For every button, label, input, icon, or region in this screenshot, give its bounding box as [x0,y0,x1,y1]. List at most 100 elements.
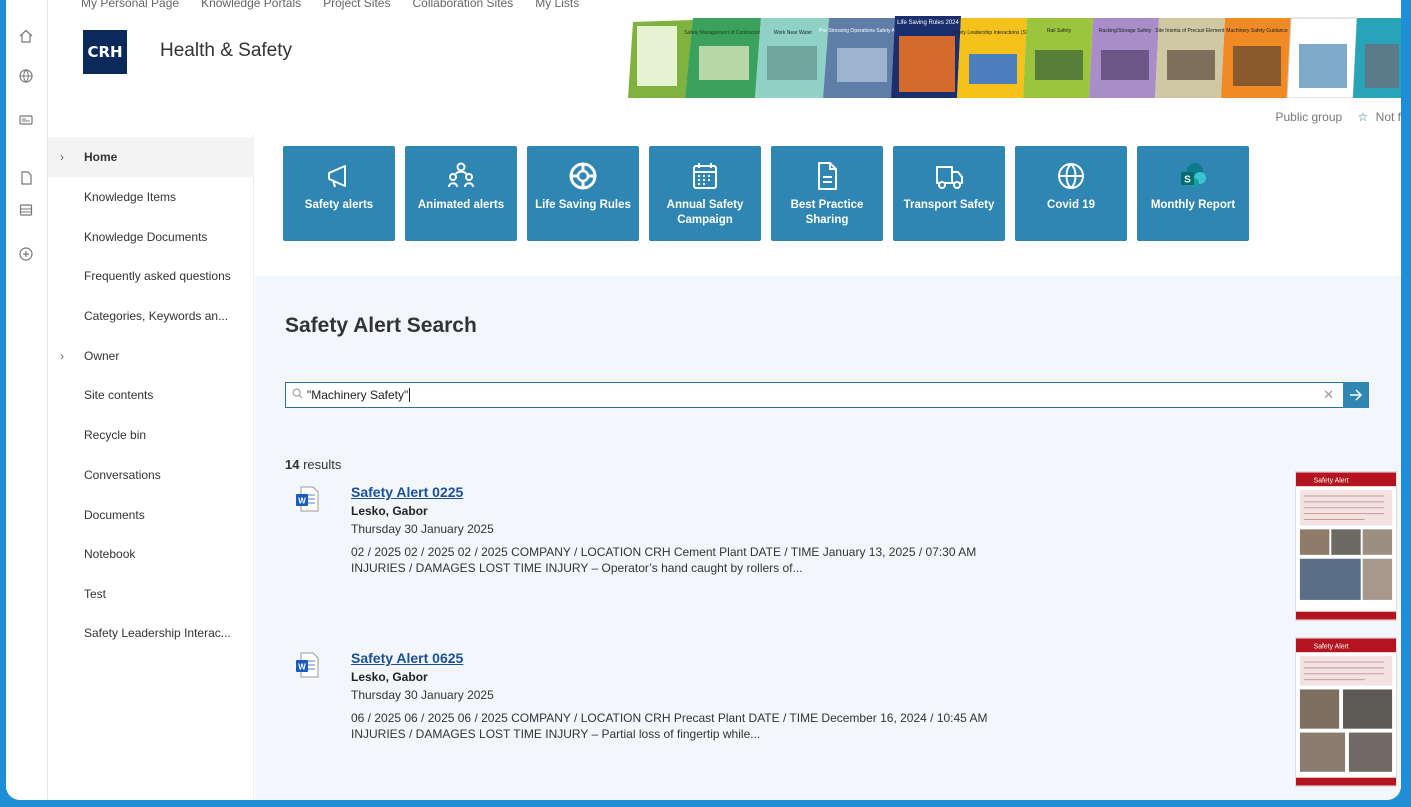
banner-label: Site Intertia of Precast Elements [1155,28,1227,34]
nav-item-documents[interactable]: Documents [48,495,253,535]
group-type-label: Public group [1275,110,1343,124]
nav-item-site-contents[interactable]: Site contents [48,375,253,415]
tile-covid-19[interactable]: Covid 19 [1015,146,1127,241]
nav-item-label: Categories, Keywords an... [84,309,229,323]
nav-item-label: Safety Leadership Interac... [84,626,231,640]
file-icon[interactable] [14,166,38,190]
nav-item-conversations[interactable]: Conversations [48,455,253,495]
globe-icon[interactable] [14,64,38,88]
search-submit-button[interactable] [1343,382,1369,408]
left-navigation: › Home Knowledge Items Knowledge Documen… [48,134,253,800]
arrow-right-icon [1350,389,1363,401]
create-icon[interactable] [14,242,38,266]
svg-text:S: S [1184,175,1191,186]
site-header: My Personal Page Knowledge Portals Proje… [48,0,1401,100]
banner-label: Rail Safety [1047,28,1072,34]
top-navigation: My Personal Page Knowledge Portals Proje… [81,0,579,10]
tile-best-practice-sharing[interactable]: Best Practice Sharing [771,146,883,241]
tile-annual-safety-campaign[interactable]: Annual Safety Campaign [649,146,761,241]
nav-item-notebook[interactable]: Notebook [48,534,253,574]
nav-item-test[interactable]: Test [48,574,253,614]
news-icon[interactable] [14,108,38,132]
nav-item-faq[interactable]: Frequently asked questions [48,256,253,296]
megaphone-icon [328,165,346,188]
topnav-item[interactable]: Project Sites [323,0,390,10]
banner-label: Life Saving Rules 2024 [897,20,959,26]
banner-label: Racking/Storage Safety [1099,28,1152,34]
result-date: Thursday 30 January 2025 [351,688,494,702]
svg-text:W: W [298,663,306,672]
tile-label: Monthly Report [1150,199,1236,211]
nav-item-label: Knowledge Items [84,190,177,204]
tile-label: Transport Safety [903,199,995,211]
snippet-line: INJURIES / DAMAGES LOST TIME INJURY – Pa… [351,727,761,741]
nav-item-label: Test [84,587,107,601]
nav-item-owner[interactable]: › Owner [48,336,253,376]
chevron-right-icon[interactable]: › [60,150,64,164]
snippet-line: INJURIES / DAMAGES LOST TIME INJURY – Op… [351,561,803,575]
truck-icon [936,166,963,189]
search-icon [292,388,303,402]
nav-divider [253,134,254,800]
topnav-item[interactable]: Collaboration Sites [412,0,513,10]
result-count-label: results [303,457,342,472]
browser-viewport: My Personal Page Knowledge Portals Proje… [6,0,1401,800]
home-icon[interactable] [14,24,38,48]
text-cursor [409,388,411,402]
lists-icon[interactable] [14,198,38,222]
lifebuoy-icon [569,162,597,190]
tile-label: Best Practice Sharing [790,199,864,226]
tile-transport-safety[interactable]: Transport Safety [893,146,1005,241]
result-thumbnail[interactable]: Safety Alert [1295,637,1397,787]
sharepoint-icon: S [1181,163,1206,188]
search-input[interactable]: "Machinery Safety" ✕ [285,382,1345,408]
topnav-item[interactable]: My Personal Page [81,0,179,10]
chevron-right-icon[interactable]: › [60,349,64,363]
nav-item-label: Recycle bin [84,428,147,442]
nav-item-recycle-bin[interactable]: Recycle bin [48,415,253,455]
topnav-item[interactable]: Knowledge Portals [201,0,301,10]
star-icon[interactable]: ☆ [1358,110,1369,124]
app-bar [6,0,48,800]
result-snippet: 06 / 2025 06 / 2025 06 / 2025 COMPANY / … [351,710,1071,742]
banner-label: Pre Stressing Operations Safety Audit [819,28,904,34]
search-title: Safety Alert Search [285,314,477,337]
tile-animated-alerts[interactable]: Animated alerts [405,146,517,241]
document-icon [818,162,837,190]
thumbnail-title: Safety Alert [1314,477,1349,484]
campaign-banner: Safety Management of Contractors Work Ne… [628,16,1401,98]
result-title-link[interactable]: Safety Alert 0225 [351,484,463,500]
result-author: Lesko, Gabor [351,504,428,518]
nav-item-categories[interactable]: Categories, Keywords an... [48,296,253,336]
tile-label: Animated alerts [417,199,505,211]
search-query[interactable]: "Machinery Safety" [307,388,408,402]
crh-logo[interactable]: CRH [83,30,127,74]
tile-monthly-report[interactable]: S Monthly Report [1137,146,1249,241]
follow-button[interactable]: Not f [1376,110,1401,124]
globe-icon [1058,163,1084,189]
topnav-item[interactable]: My Lists [535,0,579,10]
close-icon[interactable]: ✕ [1323,387,1334,403]
tile-label: Life Saving Rules [535,199,631,211]
result-date: Thursday 30 January 2025 [351,522,494,536]
tile-life-saving-rules[interactable]: Life Saving Rules [527,146,639,241]
nav-item-knowledge-documents[interactable]: Knowledge Documents [48,217,253,257]
site-title[interactable]: Health & Safety [160,40,292,62]
result-title-link[interactable]: Safety Alert 0625 [351,650,463,666]
tile-label: Safety alerts [304,199,374,211]
result-thumbnail[interactable]: Safety Alert [1295,471,1397,621]
nav-item-label: Conversations [84,468,161,482]
nav-item-safety-leadership[interactable]: Safety Leadership Interac... [48,613,253,653]
nav-item-label: Notebook [84,547,136,561]
banner-label: Work Near Water [774,30,813,36]
people-group-icon [448,162,474,188]
nav-item-label: Site contents [84,388,154,402]
result-count-number: 14 [285,457,300,472]
group-info: Public group ☆ Not f [1275,110,1401,124]
nav-item-label: Frequently asked questions [84,269,231,283]
nav-item-home[interactable]: › Home [48,137,253,177]
tile-safety-alerts[interactable]: Safety alerts [283,146,395,241]
word-document-icon: W [296,486,319,512]
quick-links: Safety alerts Animated alerts Life Savin… [283,146,1249,241]
nav-item-knowledge-items[interactable]: Knowledge Items [48,177,253,217]
